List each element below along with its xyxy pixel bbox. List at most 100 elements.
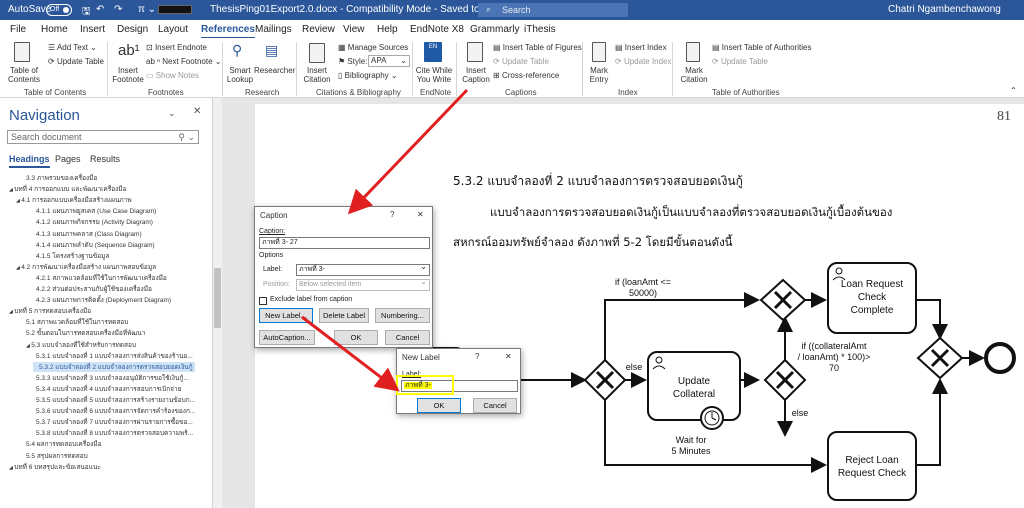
smart-lookup-button[interactable]: Smart Lookup	[225, 66, 255, 84]
tab-mailings[interactable]: Mailings	[255, 24, 292, 35]
nav-heading-item[interactable]: 4.1.1 แผนภาพยูสเคส (Use Case Diagram)	[36, 206, 156, 216]
delete-label-button[interactable]: Delete Label	[319, 308, 369, 323]
nav-heading-item[interactable]: ◢ บทที่ 5 การทดสอบเครื่องมือ	[9, 306, 91, 316]
tab-file[interactable]: File	[10, 24, 26, 35]
vertical-scrollbar[interactable]	[213, 98, 222, 508]
show-notes-button[interactable]: ▭ Show Notes	[146, 71, 199, 80]
table-of-contents-button[interactable]: Table of Contents	[4, 66, 44, 84]
bibliography-button[interactable]: ▯ Bibliography ⌄	[338, 71, 398, 80]
nav-heading-item[interactable]: 4.1.3 แผนภาพคลาส (Class Diagram)	[36, 229, 142, 239]
nav-heading-item[interactable]: 4.2.2 ส่วนต่อประสานกับผู้ใช้ของเครื่องมื…	[36, 284, 152, 294]
close-icon[interactable]: ✕	[417, 210, 424, 219]
nav-heading-item[interactable]: ◢ บทที่ 6 บทสรุปและข้อเสนอแนะ	[9, 462, 101, 472]
nav-heading-item[interactable]: 5.3.3 แบบจำลองที่ 3 แบบจำลองอนุมัติการขอ…	[36, 373, 189, 383]
label-select[interactable]: ภาพที่ 3-	[296, 262, 430, 276]
tab-endnote[interactable]: EndNote X8	[410, 24, 464, 35]
tab-view[interactable]: View	[343, 24, 365, 35]
manage-sources-button[interactable]: ▦ Manage Sources	[338, 43, 408, 52]
exclude-label-checkbox[interactable]	[259, 297, 267, 305]
ok-button[interactable]: OK	[334, 330, 378, 345]
nav-heading-item[interactable]: 5.3.5 แบบจำลองที่ 5 แบบจำลองการสร้างรายง…	[36, 395, 195, 405]
nav-heading-item[interactable]: 5.1 สภาพแวดล้อมที่ใช้ในการทดสอบ	[26, 317, 128, 327]
autocaption-button[interactable]: AutoCaption...	[259, 330, 315, 345]
scrollbar-thumb[interactable]	[214, 268, 221, 328]
show-notes-icon: ▭	[146, 71, 156, 80]
nav-heading-item[interactable]: 5.5 สรุปผลการทดสอบ	[26, 451, 88, 461]
search-input[interactable]: ⌕ Search	[478, 3, 628, 17]
nav-heading-item[interactable]: ◢ 4.2 การพัฒนาเครื่องมือสร้าง แผนภาพสอบข…	[16, 262, 156, 272]
save-icon[interactable]: 🖫	[82, 4, 91, 21]
update-index-button[interactable]: ⟳ Update Index	[615, 57, 672, 66]
nav-heading-item[interactable]: 4.1.4 แผนภาพลำดับ (Sequence Diagram)	[36, 240, 155, 250]
tab-insert[interactable]: Insert	[80, 24, 105, 35]
tab-results[interactable]: Results	[90, 154, 120, 164]
nav-heading-item[interactable]: 5.2 ขั้นตอนในการทดสอบเครื่องมือที่พัฒนา	[26, 328, 145, 338]
nav-heading-item[interactable]: 5.3.1 แบบจำลองที่ 1 แบบจำลองการส่งสินค้า…	[36, 351, 193, 361]
insert-index-button[interactable]: ▤ Insert Index	[615, 43, 667, 52]
nav-heading-item[interactable]: 5.3.2 แบบจำลองที่ 2 แบบจำลองการตรวจสอบยอ…	[33, 361, 195, 372]
cancel-button[interactable]: Cancel	[385, 330, 430, 345]
quick-access-icon[interactable]: π ⌄	[138, 4, 156, 15]
mark-entry-button[interactable]: Mark Entry	[587, 66, 611, 84]
nav-heading-item[interactable]: 5.3.8 แบบจำลองที่ 8 แบบจำลองการตรวจสอบคว…	[36, 428, 193, 438]
mark-citation-button[interactable]: Mark Citation	[678, 66, 710, 84]
add-text-button[interactable]: ☰ Add Text ⌄	[48, 43, 97, 52]
ribbon-divider	[672, 42, 673, 96]
insert-citation-button[interactable]: Insert Citation	[300, 66, 334, 84]
new-label-input[interactable]: ภาพที่ 3-	[401, 380, 518, 392]
tab-headings[interactable]: Headings	[9, 154, 50, 168]
undo-icon[interactable]: ↶	[96, 4, 104, 15]
close-icon[interactable]: ✕	[505, 352, 512, 361]
help-icon[interactable]: ?	[390, 210, 394, 219]
autosave-toggle[interactable]: Off	[46, 4, 72, 16]
help-icon[interactable]: ?	[475, 352, 479, 361]
tab-design[interactable]: Design	[117, 24, 148, 35]
tab-ithesis[interactable]: iThesis	[524, 24, 556, 35]
new-label-cancel-button[interactable]: Cancel	[473, 398, 517, 413]
insert-footnote-button[interactable]: Insert Footnote	[111, 66, 145, 84]
nav-heading-item[interactable]: 4.1.2 แผนภาพกิจกรรม (Activity Diagram)	[36, 217, 153, 227]
style-select[interactable]: APA ⌄	[368, 55, 410, 67]
insert-table-of-figures-button[interactable]: ▤ Insert Table of Figures	[493, 43, 582, 52]
tab-layout[interactable]: Layout	[158, 24, 188, 35]
update-captions-table-button[interactable]: ⟳ Update Table	[493, 57, 549, 66]
tab-references[interactable]: References	[201, 24, 255, 39]
tab-home[interactable]: Home	[41, 24, 68, 35]
nav-heading-item[interactable]: ◢ 4.1 การออกแบบเครื่องมือสร้างแผนภาพ	[16, 195, 132, 205]
user-name[interactable]: Chatri Ngambenchawong	[888, 4, 1001, 15]
insert-table-of-authorities-button[interactable]: ▤ Insert Table of Authorities	[712, 43, 811, 52]
tab-grammarly[interactable]: Grammarly	[470, 24, 519, 35]
tab-help[interactable]: Help	[377, 24, 398, 35]
update-toa-button[interactable]: ⟳ Update Table	[712, 57, 768, 66]
pane-options-icon[interactable]: ⌄	[168, 108, 176, 119]
caption-input[interactable]: ภาพที่ 3- 27	[259, 237, 430, 249]
nav-heading-item[interactable]: 4.2.3 แผนภาพการติดตั้ง (Deployment Diagr…	[36, 295, 171, 305]
refresh-icon: ⟳	[712, 57, 721, 66]
insert-endnote-button[interactable]: ⊡ Insert Endnote	[146, 43, 207, 52]
cite-while-you-write-button[interactable]: Cite While You Write	[415, 66, 453, 84]
nav-heading-item[interactable]: 4.1.5 โครงสร้างฐานข้อมูล	[36, 251, 109, 261]
close-icon[interactable]: ✕	[193, 106, 201, 117]
nav-heading-item[interactable]: 4.2.1 สภาพแวดล้อมที่ใช้ในการพัฒนาเครื่อง…	[36, 273, 167, 283]
nav-heading-item[interactable]: ◢ 5.3 แบบจำลองที่ใช้สำหรับการทดสอบ	[26, 340, 136, 350]
nav-heading-item[interactable]: 3.3 ภาพรวมของเครื่องมือ	[26, 173, 97, 183]
insert-caption-button[interactable]: Insert Caption	[460, 66, 492, 84]
new-label-ok-button[interactable]: OK	[417, 398, 461, 413]
nav-heading-item[interactable]: 5.3.6 แบบจำลองที่ 6 แบบจำลองการจัดการคำร…	[36, 406, 195, 416]
tab-pages[interactable]: Pages	[55, 154, 81, 164]
numbering-button[interactable]: Numbering...	[375, 308, 430, 323]
collapse-ribbon-icon[interactable]: ⌃	[1010, 86, 1017, 95]
next-footnote-button[interactable]: ab ⁿ Next Footnote ⌄	[146, 57, 221, 66]
researcher-button[interactable]: Researcher	[254, 66, 295, 75]
new-label-button[interactable]: New Label...	[259, 308, 313, 323]
position-select[interactable]: Below selected item	[296, 277, 430, 291]
nav-heading-item[interactable]: 5.3.4 แบบจำลองที่ 4 แบบจำลองการสอบการเบิ…	[36, 384, 181, 394]
nav-heading-item[interactable]: 5.3.7 แบบจำลองที่ 7 แบบจำลองการผ่านรายกา…	[36, 417, 193, 427]
tab-review[interactable]: Review	[302, 24, 335, 35]
nav-heading-item[interactable]: 5.4 ผลการทดสอบเครื่องมือ	[26, 439, 102, 449]
update-table-button[interactable]: ⟳ Update Table	[48, 57, 104, 66]
cross-reference-button[interactable]: ⊞ Cross-reference	[493, 71, 559, 80]
nav-heading-item[interactable]: ◢ บทที่ 4 การออกแบบ และพัฒนาเครื่องมือ	[9, 184, 126, 194]
redo-icon[interactable]: ↷	[114, 4, 122, 15]
search-document-input[interactable]: Search document ⚲ ⌄	[7, 130, 199, 144]
